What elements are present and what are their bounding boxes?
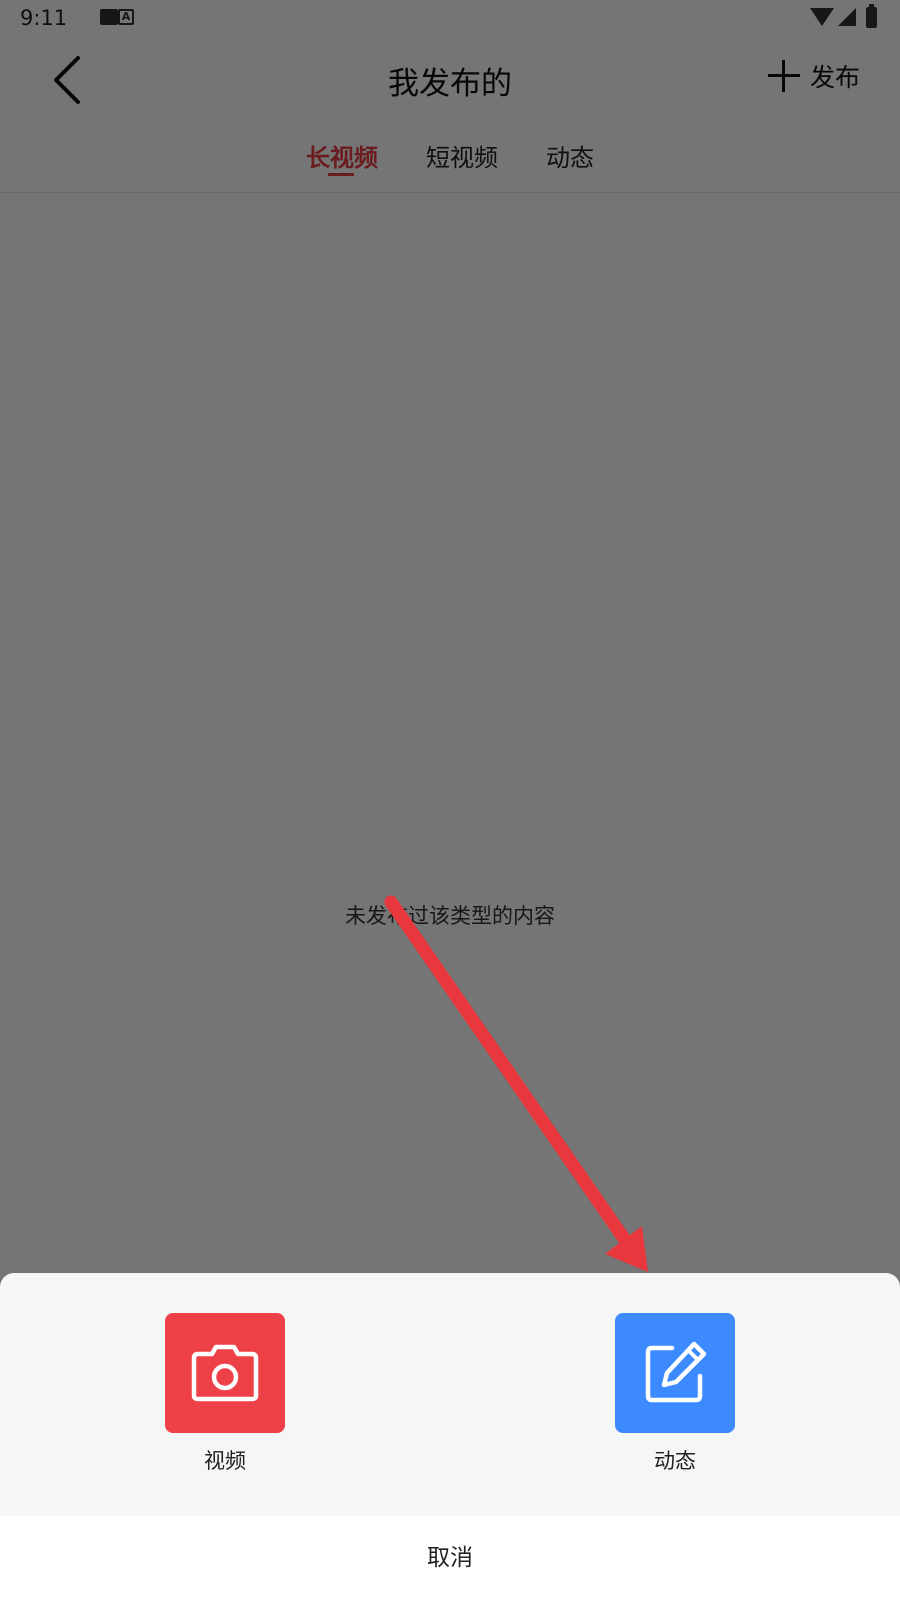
tab-label: 短视频 <box>426 144 498 172</box>
publish-label: 发布 <box>809 63 860 92</box>
tab-long-video[interactable]: 长视频 <box>306 138 378 176</box>
image-notification-icon <box>100 9 118 25</box>
moment-option-label: 动态 <box>654 1449 696 1473</box>
publish-button[interactable]: 发布 <box>767 58 860 94</box>
video-option-label: 视频 <box>204 1449 246 1473</box>
moment-option-tile <box>615 1313 735 1433</box>
signal-icon <box>838 8 856 26</box>
edit-icon <box>645 1341 707 1403</box>
tab-label: 动态 <box>546 144 594 172</box>
content-area: 未发布过该类型的内容 <box>0 193 900 1273</box>
video-option-tile <box>165 1313 285 1433</box>
status-time: 9:11 <box>20 6 68 30</box>
wifi-icon <box>810 8 834 26</box>
plus-icon <box>767 60 800 92</box>
camera-icon <box>191 1344 259 1402</box>
empty-state-text: 未发布过该类型的内容 <box>345 904 555 928</box>
publish-sheet: 视频 动态 取消 <box>0 1273 900 1600</box>
tab-bar: 长视频 短视频 动态 <box>0 124 900 193</box>
a-notification-icon: A <box>118 9 134 25</box>
tab-short-video[interactable]: 短视频 <box>426 138 498 173</box>
header: 我发布的 发布 <box>0 36 900 124</box>
status-bar: 9:11 A <box>0 0 900 36</box>
battery-icon <box>866 4 877 28</box>
video-option[interactable]: 视频 <box>155 1313 295 1475</box>
active-tab-indicator <box>328 173 354 176</box>
cancel-button[interactable]: 取消 <box>0 1516 900 1600</box>
moment-option[interactable]: 动态 <box>605 1313 745 1475</box>
page-title: 我发布的 <box>388 66 512 102</box>
tab-label: 长视频 <box>306 144 378 172</box>
tab-moments[interactable]: 动态 <box>546 138 594 173</box>
